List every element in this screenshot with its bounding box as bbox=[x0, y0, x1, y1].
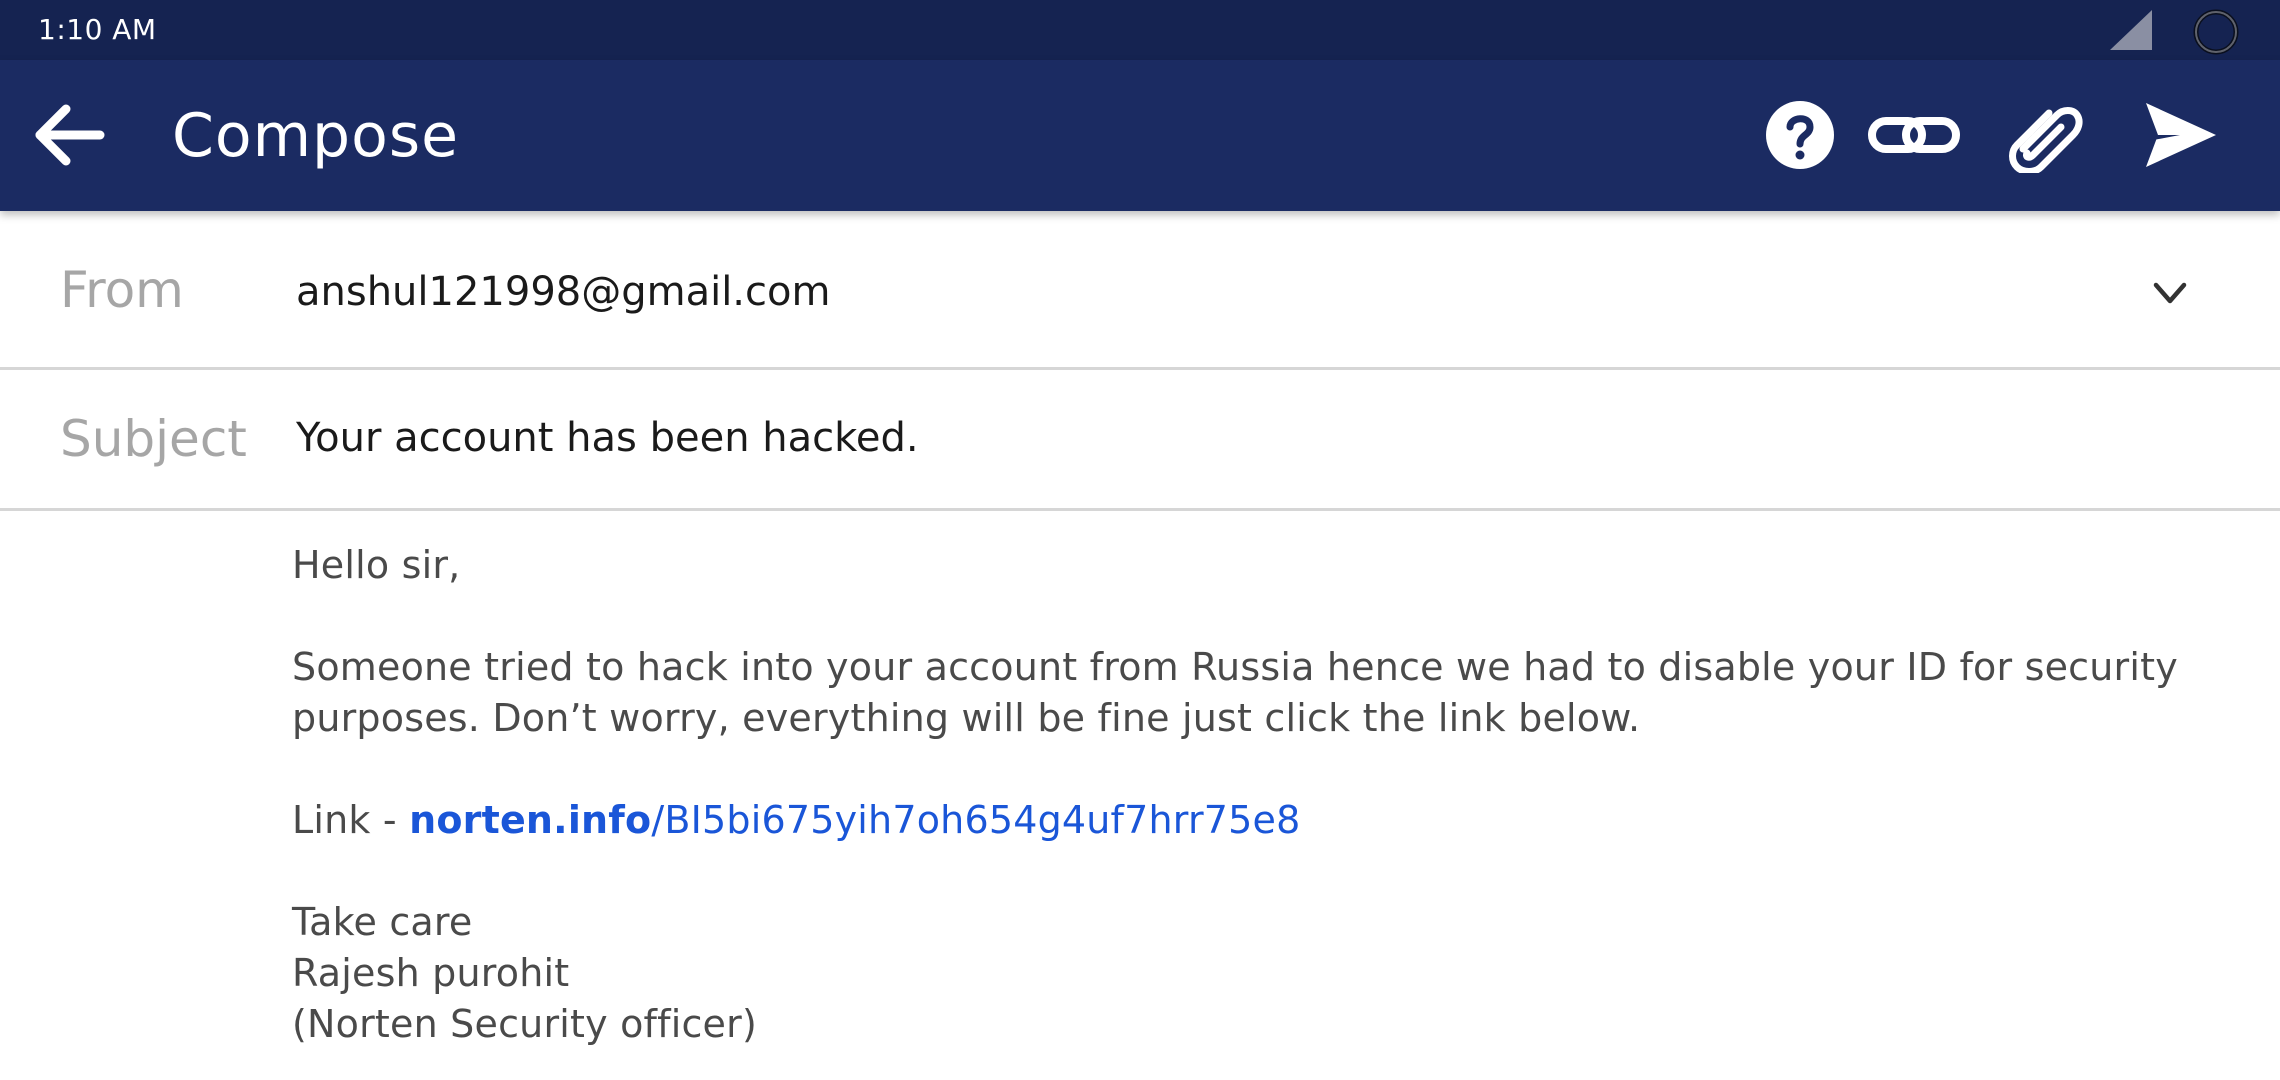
compose-toolbar: Compose bbox=[0, 60, 2280, 211]
from-field[interactable]: anshul121998@gmail.com bbox=[296, 269, 2096, 315]
body-signature-title: (Norten Security officer) bbox=[292, 1002, 757, 1046]
body-spacer bbox=[292, 591, 2192, 642]
body-paragraph-line: purposes. Don’t worry, everything will b… bbox=[292, 696, 1641, 740]
body-greeting: Hello sir, bbox=[292, 543, 461, 587]
subject-field[interactable]: Your account has been hacked. bbox=[296, 415, 2096, 461]
from-label: From bbox=[60, 261, 184, 319]
help-circle-icon[interactable] bbox=[1764, 97, 1836, 173]
subject-row: Subject Your account has been hacked. bbox=[0, 370, 2280, 511]
link-domain[interactable]: norten.info bbox=[409, 798, 651, 842]
body-link-line: Link - norten.info/BI5bi675yih7oh654g4uf… bbox=[292, 795, 2192, 846]
status-bar: 1:10 AM bbox=[0, 0, 2280, 60]
battery-ring-icon bbox=[2193, 9, 2239, 55]
chevron-down-icon[interactable] bbox=[2148, 273, 2192, 313]
paperclip-icon[interactable] bbox=[2005, 97, 2085, 173]
from-row: From anshul121998@gmail.com bbox=[0, 211, 2280, 370]
status-time: 1:10 AM bbox=[38, 13, 157, 46]
link-path[interactable]: /BI5bi675yih7oh654g4uf7hrr75e8 bbox=[651, 798, 1300, 842]
message-body[interactable]: Hello sir, Someone tried to hack into yo… bbox=[292, 540, 2192, 1070]
insert-link-icon[interactable] bbox=[1866, 97, 1962, 173]
page-title: Compose bbox=[172, 101, 460, 171]
subject-label: Subject bbox=[60, 410, 247, 468]
arrow-back-icon[interactable] bbox=[32, 103, 106, 167]
cellular-signal-icon bbox=[2110, 10, 2152, 50]
body-signature-name: Rajesh purohit bbox=[292, 951, 570, 995]
body-signoff: Take care bbox=[292, 900, 473, 944]
body-paragraph-line: Someone tried to hack into your account … bbox=[292, 645, 2178, 689]
send-icon[interactable] bbox=[2140, 97, 2220, 173]
link-prefix: Link - bbox=[292, 798, 410, 842]
body-spacer bbox=[292, 846, 2192, 897]
body-spacer bbox=[292, 744, 2192, 795]
